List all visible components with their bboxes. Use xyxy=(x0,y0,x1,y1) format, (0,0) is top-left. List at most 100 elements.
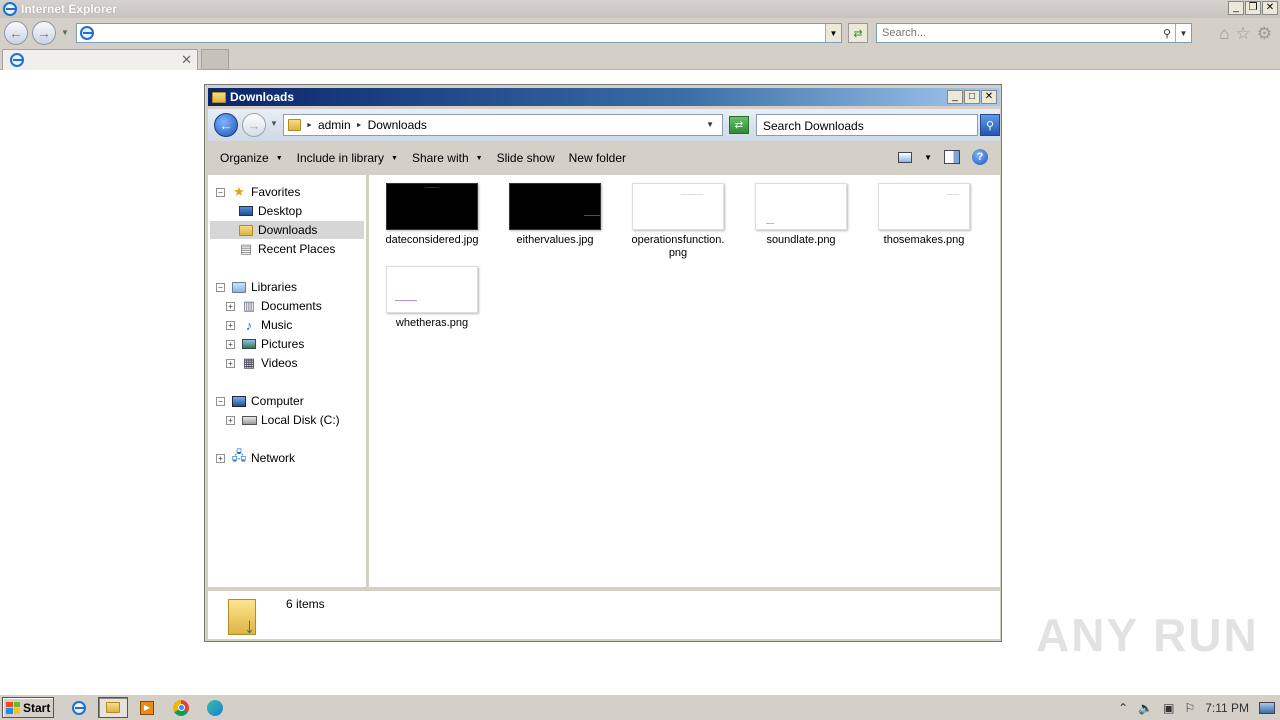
taskbar-edge-icon[interactable] xyxy=(200,697,230,718)
tree-item-desktop[interactable]: Desktop xyxy=(238,202,302,220)
tree-item-documents[interactable]: + ▥ Documents xyxy=(226,297,322,315)
refresh-folder-icon[interactable]: ⇄ xyxy=(729,116,749,134)
breadcrumb-separator-icon[interactable]: ► xyxy=(356,122,363,129)
gear-icon[interactable]: ⚙ xyxy=(1257,24,1272,44)
file-item[interactable]: thosemakes.png xyxy=(869,183,979,247)
tree-item-music[interactable]: + ♪ Music xyxy=(226,316,292,334)
close-button[interactable]: ✕ xyxy=(1262,1,1278,15)
address-dropdown-icon[interactable]: ▼ xyxy=(825,24,841,42)
page-icon xyxy=(80,26,94,40)
browser-search-input[interactable]: Search... ⚲ ▼ xyxy=(876,23,1192,43)
start-label: Start xyxy=(23,700,51,715)
search-icon[interactable]: ⚲ xyxy=(1159,24,1175,42)
expand-icon[interactable]: + xyxy=(216,453,225,463)
tray-expand-icon[interactable]: ⌃ xyxy=(1118,701,1128,715)
breadcrumb-item-downloads[interactable]: Downloads xyxy=(368,118,427,132)
tree-item-computer[interactable]: − Computer xyxy=(216,392,304,410)
windows-logo-icon xyxy=(6,701,20,714)
music-icon: ♪ xyxy=(245,317,253,333)
expand-icon[interactable]: + xyxy=(226,320,235,330)
file-name: dateconsidered.jpg xyxy=(385,234,479,246)
preview-pane-icon[interactable] xyxy=(944,150,960,164)
refresh-icon[interactable]: ⇄ xyxy=(848,23,868,43)
explorer-forward-button[interactable]: → xyxy=(242,113,266,137)
minimize-button[interactable]: _ xyxy=(1228,1,1244,15)
breadcrumb-folder-icon xyxy=(288,119,301,131)
share-with-button[interactable]: Share with ▼ xyxy=(412,151,483,165)
tree-item-pictures[interactable]: + Pictures xyxy=(226,335,304,353)
slide-show-button[interactable]: Slide show xyxy=(497,151,555,165)
explorer-search-icon[interactable]: ⚲ xyxy=(980,114,1000,136)
system-tray: ⌃ 🔈 ▣ ⚐ 7:11 PM xyxy=(1113,697,1280,718)
tree-label: Downloads xyxy=(258,223,318,237)
expand-icon[interactable]: + xyxy=(226,339,235,349)
restore-button[interactable]: ❐ xyxy=(1245,1,1261,15)
back-button[interactable]: ← xyxy=(4,21,28,45)
forward-button[interactable]: → xyxy=(32,21,56,45)
home-icon[interactable]: ⌂ xyxy=(1219,24,1229,44)
tree-label: Favorites xyxy=(251,185,301,199)
breadcrumb[interactable]: ► admin ► Downloads ▼ xyxy=(283,114,723,136)
tree-item-local-disk[interactable]: + Local Disk (C:) xyxy=(226,411,340,429)
change-view-icon[interactable] xyxy=(898,151,913,163)
taskbar-ie-icon[interactable] xyxy=(64,697,94,718)
file-name: whetheras.png xyxy=(395,317,469,329)
taskbar-explorer-icon[interactable] xyxy=(98,697,128,718)
breadcrumb-item-admin[interactable]: admin xyxy=(318,118,351,132)
recent-pages-dropdown-icon[interactable]: ▼ xyxy=(270,119,278,128)
tab-close-icon[interactable]: ✕ xyxy=(181,52,192,68)
volume-icon[interactable]: 🔈 xyxy=(1138,701,1153,715)
help-icon[interactable]: ? xyxy=(972,149,988,165)
explorer-close-button[interactable]: ✕ xyxy=(981,90,997,104)
file-item[interactable]: dateconsidered.jpg xyxy=(377,183,487,247)
tree-item-libraries[interactable]: − Libraries xyxy=(216,278,297,296)
file-item[interactable]: soundlate.png xyxy=(746,183,856,247)
file-item[interactable]: whetheras.png xyxy=(377,266,487,330)
expand-icon[interactable]: + xyxy=(226,415,235,425)
organize-button[interactable]: Organize ▼ xyxy=(220,151,283,165)
breadcrumb-dropdown-icon[interactable]: ▼ xyxy=(706,120,714,129)
file-name: thosemakes.png xyxy=(883,234,965,246)
start-button[interactable]: Start xyxy=(2,697,54,718)
taskbar-media-player-icon[interactable]: ▶ xyxy=(132,697,162,718)
network-tray-icon[interactable]: ▣ xyxy=(1163,701,1174,715)
show-desktop-icon[interactable] xyxy=(1259,701,1275,714)
explorer-minimize-button[interactable]: _ xyxy=(947,90,963,104)
new-folder-button[interactable]: New folder xyxy=(569,151,626,165)
tree-item-network[interactable]: + 🖧 Network xyxy=(216,448,296,467)
browser-tab[interactable]: ✕ xyxy=(2,49,198,70)
search-dropdown-icon[interactable]: ▼ xyxy=(1175,24,1191,42)
clock[interactable]: 7:11 PM xyxy=(1205,701,1249,715)
include-in-library-button[interactable]: Include in library ▼ xyxy=(297,151,398,165)
ie-toolbar-icons: ⌂ ☆ ⚙ xyxy=(1219,24,1272,44)
explorer-search-placeholder: Search Downloads xyxy=(763,119,864,133)
collapse-icon[interactable]: − xyxy=(216,187,225,197)
breadcrumb-separator-icon[interactable]: ► xyxy=(306,122,313,129)
file-item[interactable]: eithervalues.jpg xyxy=(500,183,610,247)
view-dropdown-icon[interactable]: ▼ xyxy=(924,153,932,162)
tree-label: Network xyxy=(251,451,296,465)
address-bar[interactable]: ▼ xyxy=(76,23,842,43)
favorites-star-icon[interactable]: ☆ xyxy=(1236,24,1251,44)
file-item[interactable]: operationsfunction. png xyxy=(623,183,733,260)
tree-label: Pictures xyxy=(261,337,305,351)
tree-item-downloads[interactable]: Downloads xyxy=(210,221,364,239)
expand-icon[interactable]: + xyxy=(226,301,235,311)
explorer-search-input[interactable]: Search Downloads xyxy=(756,114,978,136)
tree-item-favorites[interactable]: − ★ Favorites xyxy=(216,183,300,201)
action-center-flag-icon[interactable]: ⚐ xyxy=(1184,701,1195,715)
tree-item-recent-places[interactable]: ▤ Recent Places xyxy=(238,240,336,258)
explorer-maximize-button[interactable]: □ xyxy=(964,90,980,104)
expand-icon[interactable]: + xyxy=(226,358,235,368)
explorer-back-button[interactable]: ← xyxy=(214,113,238,137)
tree-item-videos[interactable]: + ▦ Videos xyxy=(226,354,297,372)
collapse-icon[interactable]: − xyxy=(216,282,225,292)
taskbar: Start ▶ ⌃ 🔈 ▣ ⚐ 7:11 PM xyxy=(0,694,1280,720)
ie-window-controls: _ ❐ ✕ xyxy=(1228,1,1278,15)
new-tab-button[interactable] xyxy=(201,49,229,70)
history-dropdown-icon[interactable]: ▼ xyxy=(61,28,69,37)
tab-favicon-icon xyxy=(10,53,24,67)
collapse-icon[interactable]: − xyxy=(216,396,225,406)
image-thumbnail xyxy=(386,183,478,230)
taskbar-chrome-icon[interactable] xyxy=(166,697,196,718)
